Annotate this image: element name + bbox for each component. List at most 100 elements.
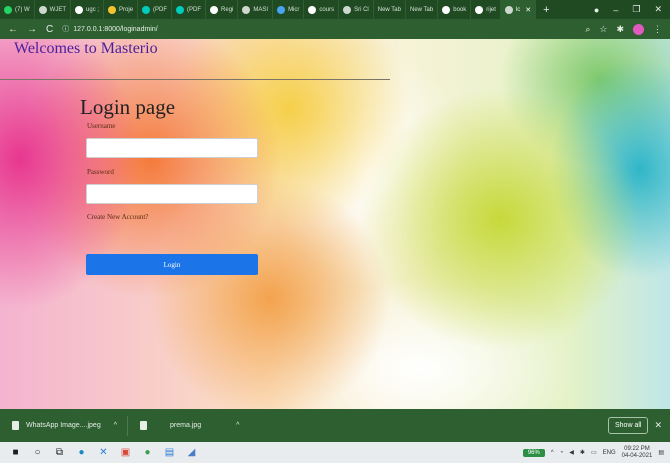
tab-label: ugc ; — [86, 6, 100, 13]
close-icon[interactable]: ✕ — [654, 4, 662, 15]
extensions-puzzle-icon[interactable]: ✱ — [616, 24, 624, 35]
file-icon — [140, 421, 148, 430]
toolbar-right: ⌕ ☆ ✱ ⋮ — [585, 23, 662, 35]
browser-tab[interactable]: New Tab — [374, 0, 406, 19]
microsoft-icon — [277, 5, 286, 14]
notifications-icon[interactable]: ▤ — [658, 449, 664, 456]
password-input[interactable] — [86, 184, 258, 204]
password-label: Password — [87, 168, 114, 176]
language-indicator[interactable]: ENG — [603, 450, 616, 456]
tab-label: lc — [515, 6, 521, 13]
zoom-icon[interactable]: ⌕ — [585, 24, 590, 35]
office-icon[interactable]: ▣ — [120, 447, 131, 458]
close-tab-icon[interactable]: ✕ — [525, 6, 531, 14]
browser-tab[interactable]: rijet — [471, 0, 501, 19]
battery-indicator[interactable]: 96% — [522, 448, 545, 457]
back-arrow-icon[interactable]: ← — [8, 24, 18, 35]
volume-icon[interactable]: ◀ — [569, 449, 574, 456]
new-tab-button[interactable]: + — [536, 4, 556, 16]
username-input[interactable] — [86, 138, 258, 158]
browser-tab[interactable]: cours — [304, 0, 340, 19]
menu-kebab-icon[interactable]: ⋮ — [653, 24, 662, 35]
globe-icon — [242, 5, 251, 14]
tab-label: Regi — [221, 6, 234, 13]
edge-icon[interactable]: ● — [76, 447, 87, 458]
minimize-icon[interactable]: – — [613, 5, 618, 15]
close-icon[interactable]: ✕ — [654, 420, 662, 431]
globe-icon — [343, 5, 352, 14]
google-icon — [442, 5, 451, 14]
task-view-icon[interactable]: ⧉ — [54, 447, 65, 458]
taskbar: ■ ○ ⧉ ● ✕ ▣ ● ▤ ◢ 96% ^ ◔ ◀ ✱ ▭ ENG 09:2… — [0, 442, 670, 463]
tab-label: (PDF — [187, 6, 202, 13]
download-item[interactable]: prema.jpg ^ — [136, 409, 249, 442]
file-icon — [12, 421, 19, 430]
browser-tab[interactable]: (PDF — [172, 0, 207, 19]
chevron-up-icon[interactable]: ^ — [236, 422, 239, 429]
chevron-up-icon[interactable]: ^ — [551, 450, 554, 456]
browser-tab[interactable]: Regi — [206, 0, 239, 19]
account-circle-icon[interactable]: ● — [594, 5, 599, 15]
page-viewport: Welcomes to Masterio Login page Username… — [0, 39, 670, 409]
keyboard-icon[interactable]: ▭ — [591, 449, 597, 456]
browser-tab[interactable]: (PDF — [138, 0, 173, 19]
url-text[interactable]: 127.0.0.1:8000/loginadmin/ — [73, 26, 157, 33]
tab-label: book — [453, 6, 467, 13]
reload-icon[interactable]: C — [46, 24, 53, 35]
tab-label: Micr — [288, 6, 300, 13]
google-icon — [75, 5, 84, 14]
browser-tab[interactable]: lc ✕ — [500, 0, 537, 19]
browser-tab[interactable]: Proje — [104, 0, 139, 19]
clock-time: 09:22 PM — [624, 445, 650, 452]
researchgate-icon — [142, 5, 151, 14]
forward-arrow-icon[interactable]: → — [27, 24, 37, 35]
pin-icon — [108, 5, 117, 14]
globe-icon — [504, 5, 513, 14]
vscode-icon[interactable]: ✕ — [98, 447, 109, 458]
tab-label: (PDF — [153, 6, 168, 13]
download-shelf: WhatsApp Image....jpeg ^ prema.jpg ^ Sho… — [0, 409, 670, 442]
app-icon[interactable]: ◢ — [186, 447, 197, 458]
download-item[interactable]: WhatsApp Image....jpeg ^ — [8, 409, 127, 442]
clock[interactable]: 09:22 PM 04-04-2021 — [622, 446, 653, 460]
browser-tab[interactable]: WJET — [35, 0, 72, 19]
download-filename[interactable]: prema.jpg — [170, 422, 201, 429]
title-divider — [0, 79, 390, 80]
browser-tab[interactable]: book — [438, 0, 472, 19]
chrome-icon[interactable]: ● — [142, 447, 153, 458]
address-bar[interactable]: ⓘ 127.0.0.1:8000/loginadmin/ — [62, 24, 157, 34]
whatsapp-icon — [4, 5, 12, 14]
browser-tab[interactable]: MASI — [238, 0, 274, 19]
researchgate-icon — [176, 5, 185, 14]
tab-strip: (7) W WJET ugc ; Proje (PDF (PDF Regi MASI Micr c… — [0, 0, 670, 19]
network-icon[interactable]: ◔ — [560, 450, 564, 456]
search-icon[interactable]: ○ — [32, 447, 43, 458]
bluetooth-icon[interactable]: ✱ — [580, 449, 585, 456]
tab-list: (7) W WJET ugc ; Proje (PDF (PDF Regi MASI Micr c… — [0, 0, 537, 19]
site-title: Welcomes to Masterio — [14, 40, 158, 57]
bookmark-star-icon[interactable]: ☆ — [599, 24, 607, 35]
chevron-up-icon[interactable]: ^ — [114, 422, 117, 429]
outlook-icon[interactable]: ▤ — [164, 447, 175, 458]
login-button[interactable]: Login — [86, 254, 258, 275]
browser-tab[interactable]: Micr — [273, 0, 305, 19]
tab-label: New Tab — [377, 6, 401, 13]
create-account-link[interactable]: Create New Account? — [87, 213, 148, 221]
tab-label: Sri Cl — [354, 6, 369, 13]
browser-tab[interactable]: (7) W — [0, 0, 35, 19]
browser-tab[interactable]: ugc ; — [71, 0, 105, 19]
login-heading: Login page — [80, 95, 176, 119]
clock-date: 04-04-2021 — [621, 452, 653, 459]
restore-icon[interactable]: ❐ — [632, 4, 640, 15]
browser-tab[interactable]: New Tab — [406, 0, 439, 19]
show-all-button[interactable]: Show all — [607, 417, 649, 434]
tab-label: rijet — [486, 6, 496, 13]
profile-avatar[interactable] — [633, 23, 644, 35]
tab-label: New Tab — [410, 6, 434, 13]
browser-tab[interactable]: Sri Cl — [339, 0, 374, 19]
system-tray: 96% ^ ◔ ◀ ✱ ▭ ENG 09:22 PM 04-04-2021 ▤ — [522, 446, 670, 460]
download-filename[interactable]: WhatsApp Image....jpeg — [26, 422, 101, 429]
info-icon[interactable]: ⓘ — [62, 24, 69, 34]
windows-start-icon[interactable]: ■ — [10, 447, 21, 458]
username-label: Username — [87, 122, 116, 130]
